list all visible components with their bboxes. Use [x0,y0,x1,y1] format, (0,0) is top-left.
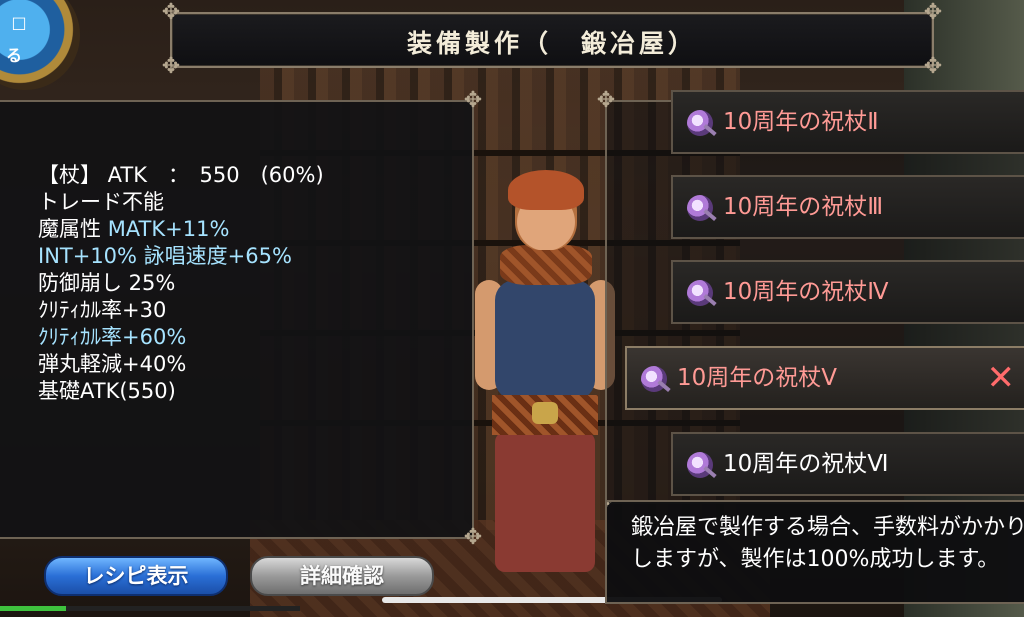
stat-line: 弾丸軽減+40% [38,351,324,378]
recipe-item[interactable]: 10周年の祝杖Ⅱ [671,90,1024,154]
recipe-item-label: 10周年の祝杖Ⅲ [723,194,884,220]
staff-icon [687,110,713,136]
recipe-item-label: 10周年の祝杖Ⅱ [723,109,879,135]
stat-line: ｸﾘﾃｨｶﾙ率+60% [38,324,324,351]
item-stats-panel: ✥ ✥ 【杖】 ATK ： 550 (60%) トレード不能 魔属性 MATK+… [0,88,482,550]
staff-icon [687,280,713,306]
recipe-item-selected[interactable]: 10周年の祝杖Ⅴ ✕ [625,346,1024,410]
character-legs [495,432,595,572]
ornament-corner-icon: ✥ [463,88,483,113]
recipe-item[interactable]: 10周年の祝杖Ⅲ [671,175,1024,239]
ornament-corner-icon: ✥ [607,502,619,514]
stats-list: 【杖】 ATK ： 550 (60%) トレード不能 魔属性 MATK+11% … [38,162,324,405]
ornament-corner-icon: ✥ [161,0,181,25]
stat-line: トレード不能 [38,189,324,216]
staff-icon [687,195,713,221]
stat-text: 弾丸軽減+40% [38,352,187,376]
stat-line: INT+10% 詠唱速度+65% [38,243,324,270]
ornament-corner-icon: ✥ [596,88,616,113]
stat-text-highlight: INT+10% 詠唱速度+65% [38,244,292,268]
stat-text: 魔属性 [38,217,108,241]
stat-line: 魔属性 MATK+11% [38,216,324,243]
stat-text: 防御崩し 25% [38,271,176,295]
stat-text-highlight: MATK+11% [107,217,230,241]
show-recipe-button[interactable]: レシピ表示 [44,556,228,596]
stat-line: 基礎ATK(550) [38,378,324,405]
ornament-corner-icon: ✥ [161,54,181,79]
menu-orb-icon: □ [11,13,27,32]
staff-icon [687,452,713,478]
player-character [470,170,620,590]
stat-text-highlight: ｸﾘﾃｨｶﾙ率+60% [38,325,187,349]
character-body [495,280,595,400]
page-title: 装備製作（ 鍛冶屋） [406,29,697,58]
stat-line: 【杖】 ATK ： 550 (60%) [38,162,324,189]
recipe-list[interactable]: ✥ 10周年の祝杖Ⅱ 10周年の祝杖Ⅲ 10周年の祝杖Ⅳ 10周年の祝杖Ⅴ ✕ … [597,88,1024,504]
stat-text: トレード不能 [38,190,164,214]
ornament-corner-icon: ✥ [923,54,943,79]
recipe-item-label: 10周年の祝杖Ⅳ [723,279,889,305]
message-line-1: 鍛冶屋で製作する場合、手数料がかかり [631,515,1024,540]
ornament-corner-icon: ✥ [923,0,943,25]
character-buckle [532,402,558,424]
recipe-item-label: 10周年の祝杖Ⅵ [723,451,889,477]
message-box: ✥ 鍛冶屋で製作する場合、手数料がかかり しますが、製作は100%成功します。 [605,500,1024,604]
menu-orb-button[interactable]: □ る [0,0,80,90]
stat-text: ｸﾘﾃｨｶﾙ率+30 [38,298,167,322]
character-hair [508,170,584,210]
stat-text: 【杖】 ATK ： 550 (60%) [38,163,324,187]
recipe-item[interactable]: 10周年の祝杖Ⅵ [671,432,1024,496]
character-scarf [500,245,592,285]
close-icon[interactable]: ✕ [987,348,1016,408]
stat-text: 基礎ATK(550) [38,379,176,403]
stat-line: 防御崩し 25% [38,270,324,297]
stat-line: ｸﾘﾃｨｶﾙ率+30 [38,297,324,324]
message-line-2: しますが、製作は100%成功します。 [631,547,1000,572]
recipe-item-label: 10周年の祝杖Ⅴ [677,365,838,391]
staff-icon [641,366,667,392]
progress-bar [0,606,300,611]
detail-check-button[interactable]: 詳細確認 [250,556,434,596]
title-bar: 装備製作（ 鍛冶屋） ✥ ✥ ✥ ✥ [162,0,942,79]
ornament-corner-icon: ✥ [463,525,483,550]
recipe-item[interactable]: 10周年の祝杖Ⅳ [671,260,1024,324]
menu-orb-label: る [5,46,22,65]
progress-fill [0,606,66,611]
